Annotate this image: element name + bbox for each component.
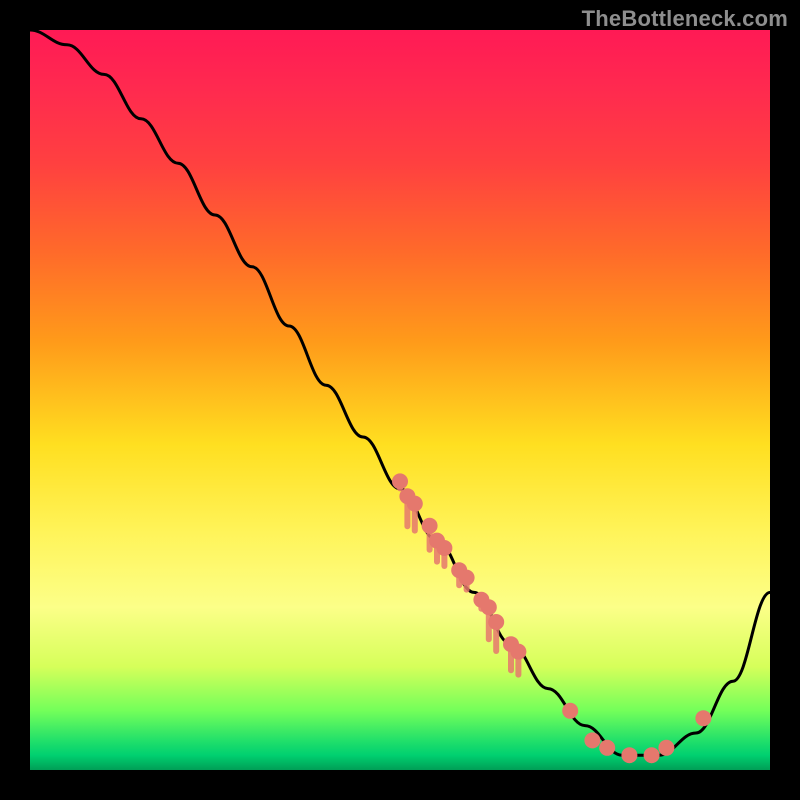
data-marker (599, 740, 615, 756)
data-marker (562, 703, 578, 719)
plot-area (30, 30, 770, 770)
data-marker (422, 518, 438, 534)
data-marker (644, 747, 660, 763)
data-marker (481, 599, 497, 615)
data-marker (621, 747, 637, 763)
data-marker (436, 540, 452, 556)
watermark-label: TheBottleneck.com (582, 6, 788, 32)
data-marker (459, 570, 475, 586)
data-marker (510, 644, 526, 660)
chart-frame: TheBottleneck.com (0, 0, 800, 800)
data-marker (695, 710, 711, 726)
data-marker (658, 740, 674, 756)
data-marker (392, 473, 408, 489)
plot-overlay (30, 30, 770, 770)
data-marker (488, 614, 504, 630)
data-marker (407, 496, 423, 512)
data-marker (584, 732, 600, 748)
marker-group (392, 473, 711, 763)
bottleneck-curve (30, 30, 770, 755)
